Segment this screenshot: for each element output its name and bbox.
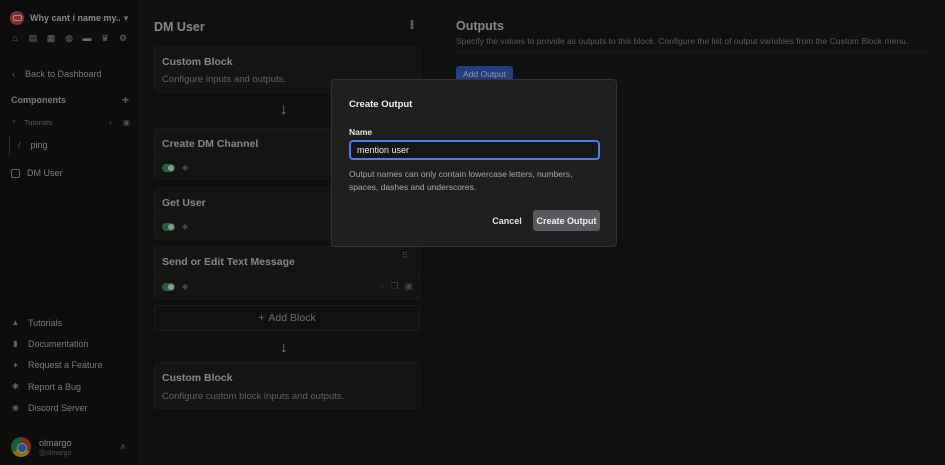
output-name-input[interactable]	[349, 140, 600, 160]
name-field-label: Name	[349, 127, 373, 137]
dialog-title: Create Output	[349, 99, 413, 110]
create-output-button[interactable]: Create Output	[533, 210, 600, 231]
name-help-text: Output names can only contain lowercase …	[349, 169, 573, 192]
create-output-dialog: Create Output Name Output names can only…	[331, 79, 617, 247]
cancel-button[interactable]: Cancel	[486, 211, 528, 231]
